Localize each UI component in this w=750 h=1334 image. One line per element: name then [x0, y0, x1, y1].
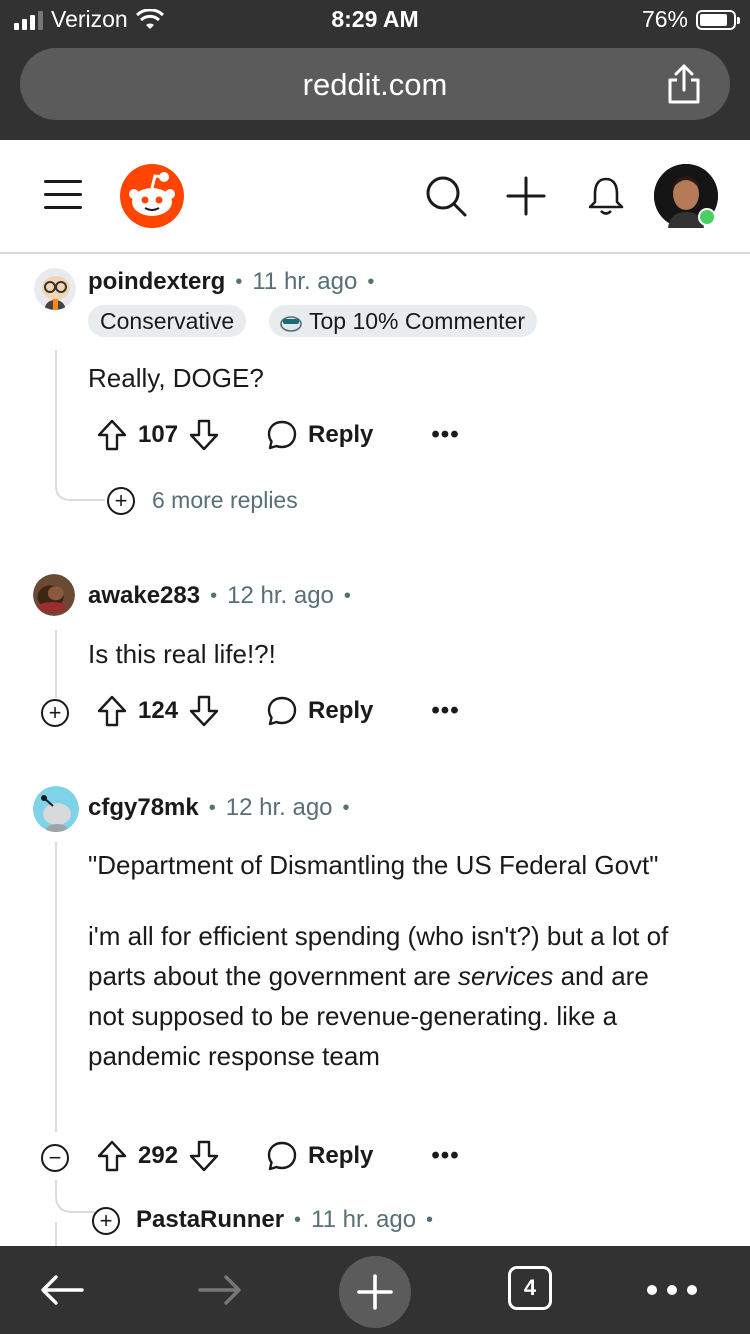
reply-icon — [267, 696, 297, 726]
comment-actions: 292 Reply ••• — [96, 1139, 460, 1173]
comment-actions: 107 Reply ••• — [96, 418, 460, 452]
comment-body: Is this real life!?! — [88, 639, 276, 669]
more-options-icon[interactable]: ••• — [431, 1142, 459, 1170]
comment-paragraph: i'm all for efficient spending (who isn'… — [88, 921, 669, 1071]
battery: 76% — [641, 6, 740, 33]
upvote-icon[interactable] — [96, 418, 128, 452]
downvote-icon[interactable] — [188, 694, 220, 728]
comment-username[interactable]: PastaRunner — [136, 1206, 284, 1234]
comment-avatar[interactable] — [33, 786, 79, 832]
search-icon[interactable] — [424, 174, 468, 218]
thread-line[interactable] — [55, 350, 57, 470]
reply-label: Reply — [308, 1142, 374, 1169]
browser-toolbar: 4 — [0, 1246, 750, 1334]
forward-icon[interactable] — [196, 1268, 244, 1312]
tabs-button[interactable]: 4 — [508, 1266, 552, 1310]
comment-body: Really, DOGE? — [88, 363, 264, 393]
comment-time: 11 hr. ago — [252, 268, 358, 295]
top-commenter-badge: Top 10% Commenter — [269, 305, 538, 337]
comment-body: "Department of Dismantling the US Federa… — [88, 845, 688, 1076]
more-replies-link[interactable]: 6 more replies — [152, 487, 298, 514]
vote-count: 292 — [138, 1142, 179, 1169]
downvote-icon[interactable] — [188, 1139, 220, 1173]
battery-percent: 76% — [641, 6, 688, 32]
reply-label: Reply — [308, 421, 374, 448]
thread-branch — [55, 1180, 95, 1213]
thread-line[interactable] — [55, 630, 57, 698]
thread-line[interactable] — [55, 1222, 57, 1246]
clock: 8:29 AM — [331, 6, 419, 32]
address-bar[interactable]: reddit.com — [20, 48, 730, 120]
comment-time: 11 hr. ago — [311, 1206, 417, 1233]
comment-actions: 124 Reply ••• — [96, 694, 460, 728]
url-text[interactable]: reddit.com — [20, 67, 730, 103]
comment-time: 12 hr. ago — [227, 582, 334, 609]
new-tab-button[interactable] — [339, 1256, 411, 1328]
reply-icon — [267, 1141, 297, 1171]
comment-avatar[interactable] — [33, 574, 75, 616]
more-options-icon[interactable]: ••• — [431, 421, 459, 449]
expand-reply-icon[interactable]: + — [92, 1207, 120, 1235]
comment-header: PastaRunner • 11 hr. ago • — [136, 1206, 434, 1234]
comment-username[interactable]: awake283 — [88, 582, 200, 610]
reply-label: Reply — [308, 697, 374, 724]
plus-icon — [357, 1274, 393, 1310]
comment-header: cfgy78mk • 12 hr. ago • — [88, 794, 350, 822]
vote-count: 107 — [138, 421, 179, 448]
share-icon[interactable] — [664, 62, 704, 106]
comment-avatar[interactable] — [34, 268, 76, 310]
reddit-logo[interactable] — [120, 164, 184, 228]
thread-line[interactable] — [55, 842, 57, 1132]
comment-header: awake283 • 12 hr. ago • — [88, 582, 351, 610]
reply-button[interactable]: Reply — [266, 1140, 373, 1172]
create-icon[interactable] — [504, 174, 548, 218]
site-header — [0, 140, 750, 254]
online-indicator — [698, 208, 716, 226]
reply-button[interactable]: Reply — [266, 695, 373, 727]
comment-header: poindexterg • 11 hr. ago • — [88, 268, 375, 296]
comment-username[interactable]: cfgy78mk — [88, 794, 199, 822]
collapse-thread-icon[interactable]: − — [41, 1144, 69, 1172]
comment-time: 12 hr. ago — [225, 794, 333, 821]
battery-icon — [696, 9, 740, 30]
downvote-icon[interactable] — [188, 418, 220, 452]
status-bar: Verizon 8:29 AM 76% — [0, 0, 750, 40]
user-avatar[interactable] — [654, 164, 718, 228]
reply-icon — [267, 420, 297, 450]
thread-branch — [55, 468, 105, 501]
browser-chrome: reddit.com — [0, 40, 750, 140]
comment-paragraph: "Department of Dismantling the US Federa… — [88, 850, 659, 880]
expand-thread-icon[interactable]: + — [41, 699, 69, 727]
commenter-badge-icon — [280, 316, 302, 332]
reply-button[interactable]: Reply — [266, 419, 373, 451]
comment-username[interactable]: poindexterg — [88, 268, 225, 296]
back-icon[interactable] — [38, 1268, 86, 1312]
upvote-icon[interactable] — [96, 1139, 128, 1173]
top-commenter-label: Top 10% Commenter — [308, 308, 526, 334]
more-options-icon[interactable]: ••• — [431, 697, 459, 725]
menu-icon[interactable] — [44, 180, 82, 212]
notification-bell-icon[interactable] — [584, 174, 628, 218]
more-menu-icon[interactable] — [646, 1268, 698, 1312]
upvote-icon[interactable] — [96, 694, 128, 728]
vote-count: 124 — [138, 697, 179, 724]
expand-replies-icon[interactable]: + — [107, 487, 135, 515]
user-flair: Conservative — [88, 305, 247, 337]
